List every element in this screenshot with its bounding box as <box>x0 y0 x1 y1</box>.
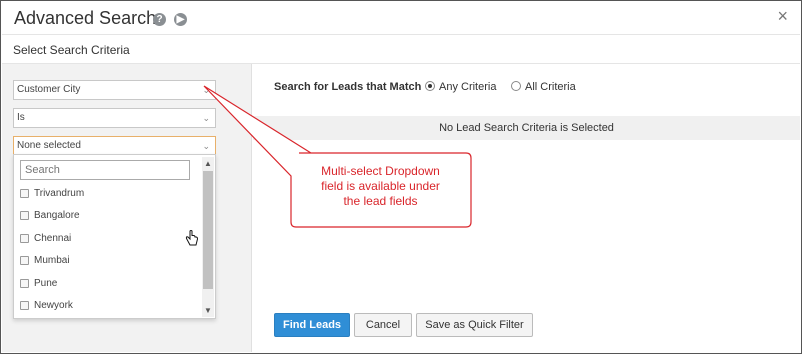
advanced-search-dialog: Advanced Search ? ▶ × Select Search Crit… <box>0 0 802 354</box>
callout-line: the lead fields <box>343 194 418 208</box>
callout-line: Multi-select Dropdown <box>321 164 440 178</box>
callout-text: Multi-select Dropdown field is available… <box>293 164 468 209</box>
callout-line: field is available under <box>321 179 440 193</box>
